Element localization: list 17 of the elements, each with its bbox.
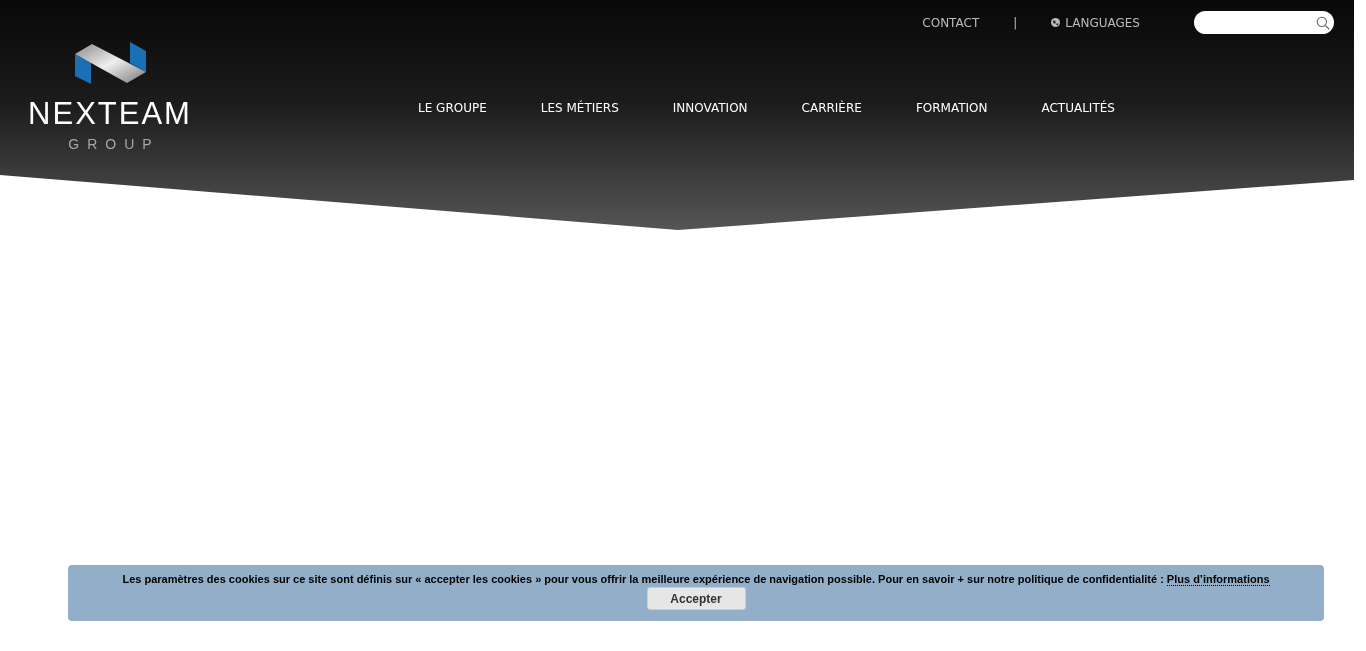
nav-link[interactable]: ACTUALITÉS xyxy=(1041,101,1115,115)
cookie-message: Les paramètres des cookies sur ce site sont définis sur « accepter les cookies » pour vous offrir la meilleure expérience de navigation possible. Pour en savoir + sur notre politique de confidentialité : Plus d’informations xyxy=(122,573,1270,585)
more-info-link[interactable]: Plus d’informations xyxy=(1166,573,1270,586)
nav-link[interactable]: FORMATION xyxy=(915,101,988,115)
nav-link[interactable]: INNOVATION xyxy=(672,101,748,115)
search-field[interactable] xyxy=(1194,11,1334,34)
globe-icon xyxy=(1051,18,1061,27)
nav-link[interactable]: CARRIÈRE xyxy=(801,101,862,115)
languages-link[interactable]: LANGUAGES xyxy=(1051,15,1140,30)
logo-tagline: GROUP xyxy=(68,136,160,152)
nav-link[interactable]: LES MÉTIERS xyxy=(540,101,619,115)
separator-text: | xyxy=(1013,15,1018,30)
logo-icon xyxy=(74,42,146,84)
contact-link[interactable]: CONTACT xyxy=(922,15,980,30)
accept-button[interactable]: Accepter xyxy=(646,587,746,610)
logo-text: NEXTEAM xyxy=(28,98,192,130)
nav-link[interactable]: LE GROUPE xyxy=(418,101,487,115)
